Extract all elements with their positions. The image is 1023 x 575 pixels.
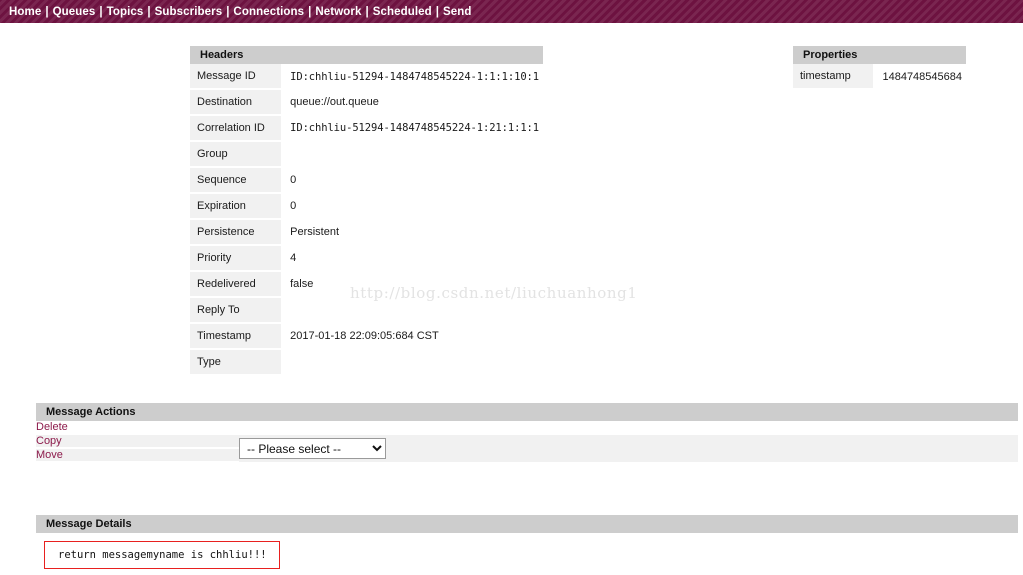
delete-action-cell[interactable]: Delete xyxy=(36,421,239,435)
message-actions-title: Message Actions xyxy=(36,403,1018,421)
header-key: Timestamp xyxy=(190,323,282,350)
header-key: Persistence xyxy=(190,219,282,246)
header-key: Message ID xyxy=(190,64,282,90)
message-details-body: return messagemyname is chhliu!!! xyxy=(36,533,1018,569)
table-row: Redelivered false xyxy=(190,271,543,298)
headers-table: Message ID ID:chhliu-51294-1484748545224… xyxy=(190,64,543,376)
nav-subscribers[interactable]: Subscribers xyxy=(155,6,223,18)
header-key: Correlation ID xyxy=(190,115,282,142)
table-row: timestamp 1484748545684 xyxy=(793,64,966,90)
message-details-panel: Message Details return messagemyname is … xyxy=(36,515,1018,569)
header-value xyxy=(281,141,543,167)
header-value: ID:chhliu-51294-1484748545224-1:21:1:1:1 xyxy=(281,115,543,141)
header-value: ID:chhliu-51294-1484748545224-1:1:1:10:1 xyxy=(281,64,543,89)
nav-separator: | xyxy=(99,5,103,18)
header-key: Group xyxy=(190,141,282,168)
table-row: Type xyxy=(190,349,543,376)
properties-table: timestamp 1484748545684 xyxy=(793,64,966,90)
nav-connections[interactable]: Connections xyxy=(233,6,304,18)
header-key: Sequence xyxy=(190,167,282,194)
table-row: Message ID ID:chhliu-51294-1484748545224… xyxy=(190,64,543,90)
nav-queues[interactable]: Queues xyxy=(53,6,96,18)
table-row: Priority 4 xyxy=(190,245,543,272)
header-value xyxy=(281,297,543,323)
headers-panel: Headers Message ID ID:chhliu-51294-14847… xyxy=(190,46,543,376)
copy-action-cell[interactable]: Copy xyxy=(36,434,239,449)
header-value: 0 xyxy=(281,167,543,193)
nav-separator: | xyxy=(45,5,49,18)
nav-home[interactable]: Home xyxy=(9,6,41,18)
property-key: timestamp xyxy=(793,64,874,90)
table-row: Persistence Persistent xyxy=(190,219,543,246)
move-action-cell[interactable]: Move xyxy=(36,448,239,463)
nav-network[interactable]: Network xyxy=(315,6,361,18)
nav-scheduled[interactable]: Scheduled xyxy=(373,6,432,18)
destination-select[interactable]: -- Please select -- xyxy=(239,438,386,459)
header-value: Persistent xyxy=(281,219,543,245)
header-value: 4 xyxy=(281,245,543,271)
destination-select-cell[interactable]: -- Please select -- xyxy=(239,434,1018,462)
message-actions-panel: Message Actions Delete Copy -- Please se… xyxy=(36,403,1018,463)
header-key: Destination xyxy=(190,89,282,116)
header-value xyxy=(281,349,543,375)
table-row: Correlation ID ID:chhliu-51294-148474854… xyxy=(190,115,543,142)
table-row: Copy -- Please select -- xyxy=(36,434,1018,462)
header-key: Redelivered xyxy=(190,271,282,298)
header-value: 0 xyxy=(281,193,543,219)
nav-separator: | xyxy=(308,5,312,18)
header-key: Type xyxy=(190,349,282,376)
header-value: 2017-01-18 22:09:05:684 CST xyxy=(281,323,543,349)
nav-topics[interactable]: Topics xyxy=(107,6,144,18)
table-row: Timestamp 2017-01-18 22:09:05:684 CST xyxy=(190,323,543,350)
table-row: Group xyxy=(190,141,543,168)
nav-send[interactable]: Send xyxy=(443,6,472,18)
table-row: Reply To xyxy=(190,297,543,324)
move-link[interactable]: Move xyxy=(36,449,63,461)
header-key: Priority xyxy=(190,245,282,272)
headers-panel-title: Headers xyxy=(190,46,543,64)
nav-separator: | xyxy=(435,5,439,18)
properties-panel-title: Properties xyxy=(793,46,966,64)
header-value: false xyxy=(281,271,543,297)
delete-link[interactable]: Delete xyxy=(36,421,68,433)
table-row: Sequence 0 xyxy=(190,167,543,194)
message-details-title: Message Details xyxy=(36,515,1018,533)
message-actions-table: Delete Copy -- Please select -- Move xyxy=(36,421,1018,463)
header-key: Expiration xyxy=(190,193,282,220)
table-row: Destination queue://out.queue xyxy=(190,89,543,116)
nav-separator: | xyxy=(226,5,230,18)
header-value: queue://out.queue xyxy=(281,89,543,115)
main-navigation-bar: Home | Queues | Topics | Subscribers | C… xyxy=(0,0,1023,23)
table-row: Delete xyxy=(36,421,1018,435)
table-row: Expiration 0 xyxy=(190,193,543,220)
properties-panel: Properties timestamp 1484748545684 xyxy=(793,46,966,90)
nav-separator: | xyxy=(365,5,369,18)
message-body-text: return messagemyname is chhliu!!! xyxy=(44,541,280,569)
nav-separator: | xyxy=(147,5,151,18)
copy-link[interactable]: Copy xyxy=(36,435,62,447)
property-value: 1484748545684 xyxy=(873,64,966,89)
delete-action-blank xyxy=(239,421,1018,435)
header-key: Reply To xyxy=(190,297,282,324)
